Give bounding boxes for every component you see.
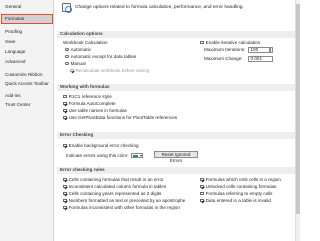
checkbox-background-box[interactable]	[63, 143, 67, 148]
rule-inconsistent-region-formulas[interactable]: Formulas inconsistent with other formula…	[63, 205, 180, 210]
checkbox-r1c1[interactable]: R1C1 reference style	[63, 94, 112, 99]
rule-checkbox[interactable]	[200, 177, 204, 182]
rule-two-digit-years[interactable]: Cells containing years represented as 2 …	[63, 191, 161, 196]
checkbox-recalculate-before-save[interactable]: Recalculate workbook before saving	[70, 68, 149, 73]
options-sidebar: General Formulas Proofing Save Language …	[0, 0, 54, 241]
radio-automatic-circle[interactable]	[65, 47, 69, 52]
section-calculation-options: Calculation options	[57, 31, 300, 38]
rule-unlocked-cells-formulas[interactable]: Unlocked cells containing formulas	[200, 184, 276, 189]
sidebar-item-add-ins[interactable]: Add-ins	[2, 92, 52, 100]
rule-checkbox[interactable]	[200, 198, 204, 203]
error-color-picker[interactable]	[131, 153, 143, 158]
checkbox-table-names[interactable]: Use table names in formulas	[63, 108, 127, 113]
page-description: Change options related to formula calcul…	[75, 5, 244, 10]
checkbox-enable-iterative-box[interactable]	[200, 40, 204, 45]
max-change-label: Maximum Change:	[204, 56, 243, 61]
sidebar-item-trust-center[interactable]: Trust Center	[2, 101, 52, 109]
radio-automatic[interactable]: Automatic	[65, 47, 91, 52]
max-iterations-spinner[interactable]	[270, 47, 273, 53]
rule-checkbox[interactable]	[63, 205, 67, 210]
rule-numbers-as-text[interactable]: Numbers formatted as text or preceded by…	[63, 198, 185, 203]
formulas-icon	[62, 3, 72, 13]
checkbox-formula-autocomplete[interactable]: Formula AutoComplete	[63, 101, 116, 106]
rule-checkbox[interactable]	[63, 184, 67, 189]
sidebar-item-quick-access-toolbar[interactable]: Quick Access Toolbar	[2, 80, 52, 88]
sidebar-item-save[interactable]: Save	[2, 38, 52, 46]
checkbox-r1c1-box[interactable]	[63, 94, 67, 99]
rule-omit-cells-region[interactable]: Formulas which omit cells in a region	[200, 177, 281, 182]
indicate-errors-color-label: Indicate errors using this color:	[66, 153, 129, 158]
radio-automatic-except-circle[interactable]	[65, 54, 69, 59]
scrollbar-thumb[interactable]	[295, 4, 300, 214]
max-change-input[interactable]: 0.001	[248, 56, 273, 62]
rule-checkbox[interactable]	[63, 198, 67, 203]
rule-table-data-invalid[interactable]: Data entered in a table is invalid	[200, 198, 271, 203]
section-error-checking-rules: Error checking rules	[57, 167, 300, 174]
radio-manual[interactable]: Manual	[65, 61, 86, 66]
checkbox-table-names-box[interactable]	[63, 108, 67, 113]
rule-checkbox[interactable]	[200, 184, 204, 189]
rule-formulas-result-error[interactable]: Cells containing formulas that result in…	[63, 177, 164, 182]
checkbox-recalculate-box[interactable]	[70, 68, 74, 73]
max-iterations-input[interactable]: 100	[248, 47, 270, 53]
section-working-with-formulas: Working with formulas	[57, 84, 300, 91]
workbook-calculation-label: Workbook Calculation	[63, 40, 108, 45]
sidebar-item-advanced[interactable]: Advanced	[2, 58, 52, 66]
sidebar-item-proofing[interactable]: Proofing	[2, 28, 52, 36]
rule-checkbox[interactable]	[63, 191, 67, 196]
radio-automatic-except-tables[interactable]: Automatic except for data tables	[65, 54, 136, 59]
checkbox-enable-iterative[interactable]: Enable iterative calculation	[200, 40, 260, 45]
sidebar-item-general[interactable]: General	[2, 3, 52, 11]
checkbox-background-error-checking[interactable]: Enable background error checking	[63, 143, 139, 148]
checkbox-getpivotdata[interactable]: Use GetPivotData functions for PivotTabl…	[63, 115, 177, 120]
sidebar-item-language[interactable]: Language	[2, 48, 52, 56]
section-error-checking: Error Checking	[57, 132, 300, 139]
sidebar-item-formulas[interactable]: Formulas	[1, 14, 53, 24]
checkbox-getpivotdata-box[interactable]	[63, 115, 67, 120]
rule-formulas-empty-cells[interactable]: Formulas referring to empty cells	[200, 191, 272, 196]
rule-checkbox[interactable]	[63, 177, 67, 182]
radio-manual-circle[interactable]	[65, 61, 69, 66]
max-iterations-label: Maximum Iterations:	[204, 47, 246, 52]
rule-checkbox[interactable]	[200, 191, 204, 196]
rule-inconsistent-column-formula[interactable]: Inconsistent calculated column formula i…	[63, 184, 166, 189]
sidebar-item-customize-ribbon[interactable]: Customize Ribbon	[2, 71, 52, 79]
reset-ignored-errors-button[interactable]: Reset Ignored Errors	[154, 151, 198, 163]
checkbox-autocomplete-box[interactable]	[63, 101, 67, 106]
